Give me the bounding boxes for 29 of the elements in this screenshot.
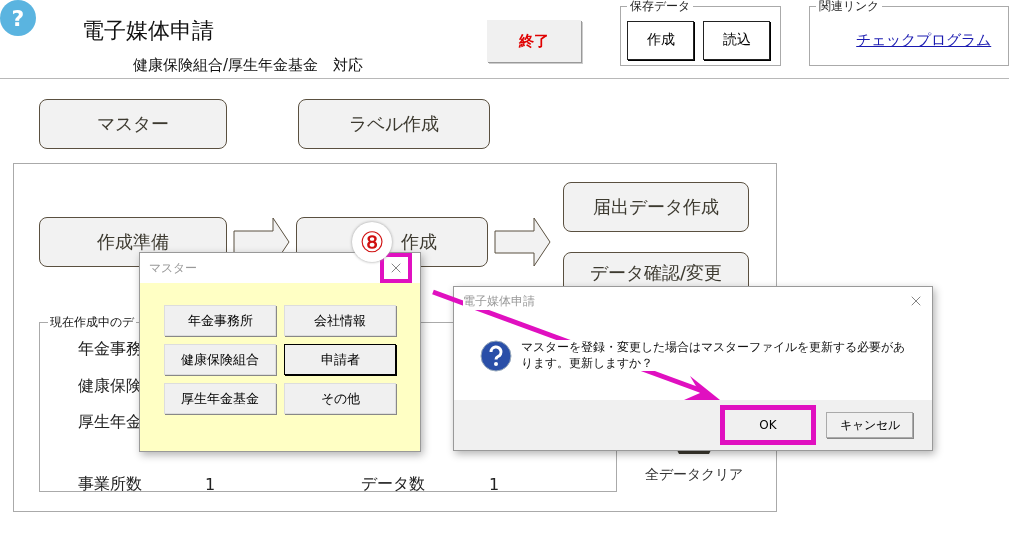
group-legend: 現在作成中のデ	[48, 314, 136, 331]
app-subtitle: 健康保険組合/厚生年金基金 対応	[132, 56, 364, 75]
master-button[interactable]: 健康保険組合	[164, 344, 276, 375]
app-title: 電子媒体申請	[81, 17, 215, 45]
right-arrow-icon	[494, 217, 551, 267]
master-button[interactable]: 年金事務所	[164, 305, 276, 336]
exit-button[interactable]: 終了	[487, 20, 582, 62]
master-button[interactable]: 申請者	[284, 344, 396, 375]
dialog-button[interactable]: キャンセル	[826, 412, 913, 438]
master-button[interactable]: その他	[284, 383, 396, 414]
office-count: 1	[205, 474, 216, 494]
dialog-button[interactable]: OK	[720, 405, 816, 445]
menu-button[interactable]: マスター	[39, 99, 227, 149]
check-program-link[interactable]: チェックプログラム	[856, 30, 992, 50]
close-button[interactable]	[380, 253, 412, 283]
dialog-title: 電子媒体申請	[463, 292, 535, 310]
field-label: データ数	[361, 473, 425, 493]
clear-all-label[interactable]: 全データクリア	[645, 466, 743, 484]
group-legend: 保存データ	[627, 0, 694, 15]
data-count: 1	[489, 474, 500, 494]
group-legend: 関連リンク	[816, 0, 883, 15]
menu-button[interactable]: ラベル作成	[298, 99, 490, 149]
master-button[interactable]: 厚生年金基金	[164, 383, 276, 414]
question-icon	[480, 340, 512, 372]
field-label: 事業所数	[78, 473, 142, 493]
master-button[interactable]: 会社情報	[284, 305, 396, 336]
step-button[interactable]: 届出データ作成	[563, 182, 749, 232]
save-data-button[interactable]: 読込	[703, 20, 771, 60]
save-data-button[interactable]: 作成	[627, 20, 695, 60]
